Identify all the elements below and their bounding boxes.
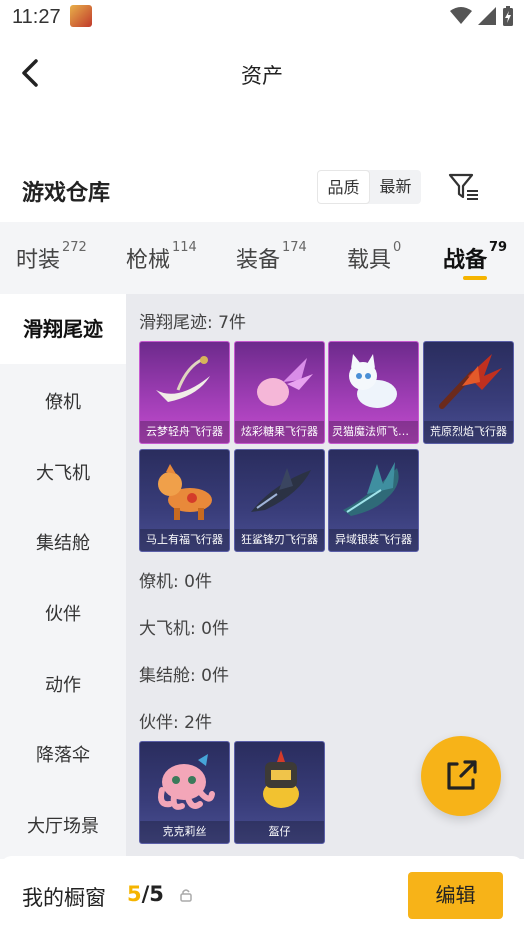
battery-icon: [503, 6, 513, 26]
sidebar-item-lobby-scene[interactable]: 大厅场景: [0, 812, 126, 838]
octopus-icon: [158, 754, 215, 810]
edit-button[interactable]: 编辑: [408, 872, 503, 919]
section-title-plane: 大飞机: 0件: [139, 619, 229, 639]
horse-icon: [158, 464, 212, 520]
item-card[interactable]: 云梦轻舟飞行器: [139, 341, 230, 444]
boat-icon: [156, 356, 210, 402]
sort-latest-button[interactable]: 最新: [370, 170, 421, 204]
active-tab-indicator: [463, 276, 487, 280]
sidebar-item-parachute[interactable]: 降落伞: [0, 741, 126, 767]
chick-icon: [263, 750, 299, 808]
wifi-icon: [450, 7, 472, 24]
share-button[interactable]: [421, 736, 501, 816]
candy-icon: [257, 358, 313, 406]
showcase-bar: 我的橱窗 5/5 编辑: [0, 856, 524, 932]
item-name: 异域银装飞行器: [329, 529, 418, 551]
shark-icon: [251, 468, 311, 512]
warehouse-header: 游戏仓库 品质 最新: [0, 160, 524, 220]
item-card[interactable]: 马上有福飞行器: [139, 449, 230, 552]
cat-icon: [349, 354, 397, 408]
item-name: 云梦轻舟飞行器: [140, 421, 229, 443]
tab-equipment[interactable]: 装备174: [236, 240, 307, 274]
section-title-pod: 集结舱: 0件: [139, 666, 229, 686]
item-card[interactable]: 荒原烈焰飞行器: [423, 341, 514, 444]
top-bar: 资产: [0, 40, 524, 110]
sidebar-item-emote[interactable]: 动作: [0, 671, 126, 697]
category-tabs: 时装272 枪械114 装备174 载具0 战备79: [0, 222, 524, 294]
item-name: 盔仔: [235, 821, 324, 843]
item-card[interactable]: 狂鲨锋刃飞行器: [234, 449, 325, 552]
item-name: 荒原烈焰飞行器: [424, 421, 513, 443]
tab-guns[interactable]: 枪械114: [126, 240, 197, 274]
sidebar-item-plane[interactable]: 大飞机: [0, 459, 126, 485]
item-name: 炫彩糖果飞行器: [235, 421, 324, 443]
warehouse-title: 游戏仓库: [22, 181, 111, 206]
sidebar: 滑翔尾迹 僚机 大飞机 集结舱 伙伴 动作 降落伞 大厅场景: [0, 294, 126, 859]
tab-vehicles[interactable]: 载具0: [347, 240, 401, 274]
app-notification-icon: [70, 5, 92, 27]
sort-toggle: 品质 最新: [317, 170, 421, 204]
sort-quality-button[interactable]: 品质: [317, 170, 370, 204]
tab-fashion[interactable]: 时装272: [16, 240, 87, 274]
item-card[interactable]: 异域银装飞行器: [328, 449, 419, 552]
section-title-wingman: 僚机: 0件: [139, 572, 212, 592]
item-name: 马上有福飞行器: [140, 529, 229, 551]
share-external-icon: [447, 760, 477, 790]
flame-wing-icon: [439, 354, 502, 409]
item-card[interactable]: 克克莉丝: [139, 741, 230, 844]
dragon-icon: [343, 462, 399, 516]
item-card[interactable]: 灵猫魔法师飞行器: [328, 341, 419, 444]
showcase-label: 我的橱窗: [22, 886, 106, 910]
sidebar-item-wingman[interactable]: 僚机: [0, 388, 126, 414]
sidebar-item-glide-trail[interactable]: 滑翔尾迹: [0, 294, 126, 364]
section-title-partner: 伙伴: 2件: [139, 713, 212, 733]
lock-icon: [180, 889, 192, 902]
tab-battle-prep[interactable]: 战备79: [443, 240, 507, 280]
status-time: 11:27: [12, 6, 61, 28]
showcase-count: 5/5: [127, 882, 164, 906]
section-title-trail: 滑翔尾迹: 7件: [139, 313, 246, 333]
filter-icon[interactable]: [448, 172, 480, 202]
sidebar-item-pod[interactable]: 集结舱: [0, 529, 126, 555]
item-name: 克克莉丝: [140, 821, 229, 843]
item-name: 狂鲨锋刃飞行器: [235, 529, 324, 551]
item-name: 灵猫魔法师飞行器: [329, 421, 418, 443]
signal-icon: [478, 7, 496, 25]
item-card[interactable]: 炫彩糖果飞行器: [234, 341, 325, 444]
status-bar: 11:27: [0, 0, 524, 34]
sidebar-item-partner[interactable]: 伙伴: [0, 600, 126, 626]
item-card[interactable]: 盔仔: [234, 741, 325, 844]
page-title: 资产: [241, 64, 283, 88]
